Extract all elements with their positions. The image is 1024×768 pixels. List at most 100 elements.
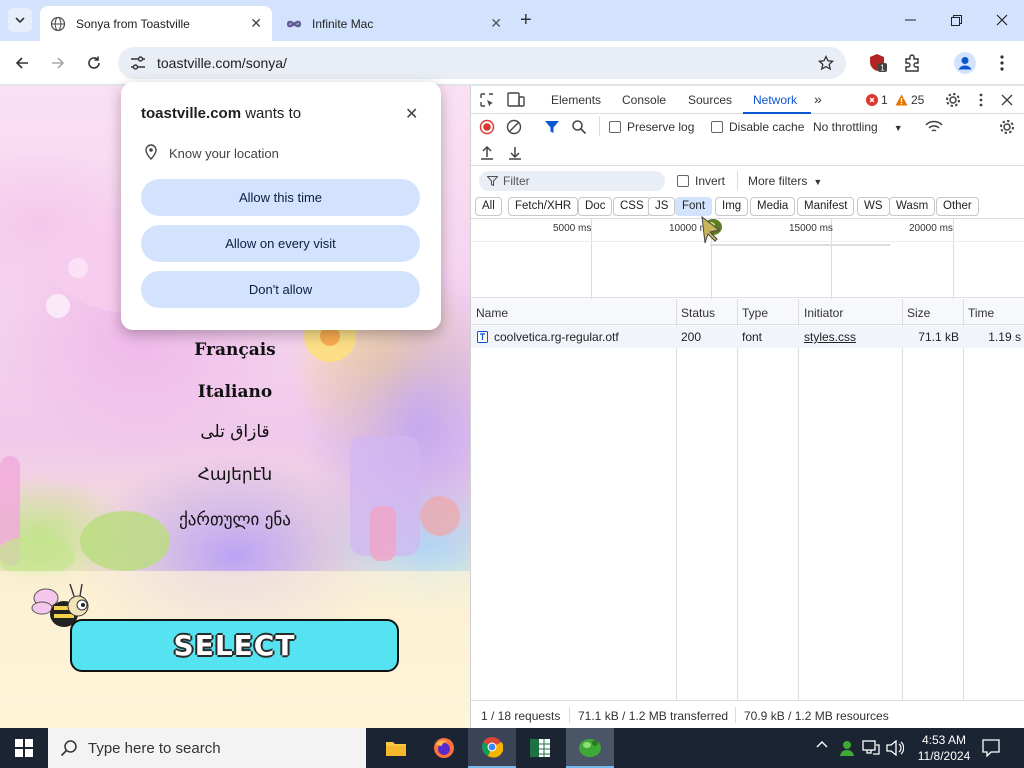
close-tab-icon[interactable]: ✕	[250, 15, 262, 32]
firefox-app[interactable]	[420, 728, 468, 768]
game-app[interactable]	[566, 728, 614, 768]
disable-cache-checkbox[interactable]: Disable cache	[711, 120, 804, 134]
network-settings-gear-icon[interactable]	[999, 119, 1015, 135]
show-hidden-icons[interactable]	[816, 740, 828, 748]
filter-chip-fetch-xhr[interactable]: Fetch/XHR	[508, 197, 579, 216]
filter-chip-css[interactable]: CSS	[613, 197, 651, 216]
column-name[interactable]: Name	[476, 306, 508, 320]
minimize-button[interactable]	[890, 8, 930, 32]
language-option-french[interactable]: Français	[0, 340, 470, 360]
close-devtools-icon[interactable]	[1001, 94, 1013, 106]
filter-chip-img[interactable]: Img	[715, 197, 749, 216]
network-conditions-icon[interactable]	[925, 120, 943, 134]
close-window-button[interactable]	[982, 8, 1022, 32]
dont-allow-button[interactable]: Don't allow	[141, 271, 420, 308]
column-type[interactable]: Type	[742, 306, 768, 320]
tab-sonya[interactable]: Sonya from Toastville ✕	[40, 6, 272, 41]
filter-chip-ws[interactable]: WS	[857, 197, 890, 216]
filter-chip-js[interactable]: JS	[648, 197, 676, 216]
browser-menu-button[interactable]	[990, 51, 1014, 75]
tab-console[interactable]: Console	[622, 93, 666, 107]
filter-chip-doc[interactable]: Doc	[578, 197, 613, 216]
language-option-kazakh[interactable]: قازاق تلی	[0, 422, 470, 442]
filter-chip-wasm[interactable]: Wasm	[889, 197, 936, 216]
allow-this-time-button[interactable]: Allow this time	[141, 179, 420, 216]
filter-input[interactable]: Filter	[479, 171, 665, 191]
volume-tray-icon[interactable]	[886, 740, 904, 756]
filter-chip-all[interactable]: All	[475, 197, 502, 216]
start-button[interactable]	[0, 728, 48, 768]
site-info-icon[interactable]	[130, 56, 146, 70]
new-tab-icon[interactable]: +	[520, 9, 532, 32]
more-tabs-icon[interactable]: »	[814, 91, 822, 107]
filter-chip-manifest[interactable]: Manifest	[797, 197, 855, 216]
restore-icon	[950, 14, 962, 26]
clock[interactable]: 4:53 AM 11/8/2024	[913, 732, 975, 764]
spreadsheet-app[interactable]	[516, 728, 564, 768]
warning-icon[interactable]	[895, 94, 908, 106]
language-option-italian[interactable]: Italiano	[0, 382, 470, 402]
dropdown-arrow-icon: ▼	[813, 177, 823, 187]
forward-button[interactable]	[46, 51, 70, 75]
table-row[interactable]: coolvetica.rg-regular.otf 200 font style…	[471, 326, 1024, 348]
request-time: 1.19 s	[988, 330, 1021, 344]
tab-title: Infinite Mac	[312, 16, 374, 31]
invert-checkbox[interactable]: Invert	[677, 174, 725, 188]
tray-app-icon[interactable]	[838, 739, 856, 757]
import-har-icon[interactable]	[480, 145, 494, 160]
notifications-button[interactable]	[982, 739, 1000, 757]
profile-button[interactable]	[953, 51, 977, 75]
request-initiator-link[interactable]: styles.css	[804, 330, 856, 344]
timeline-overview[interactable]: 5000 ms 10000 ms 15000 ms 20000 ms	[471, 215, 1024, 299]
column-time[interactable]: Time	[968, 306, 994, 320]
tab-network[interactable]: Network	[753, 93, 797, 107]
restore-button[interactable]	[936, 8, 976, 32]
close-dialog-icon[interactable]: ✕	[405, 104, 418, 124]
chrome-app[interactable]	[468, 728, 516, 768]
column-initiator[interactable]: Initiator	[804, 306, 843, 320]
devtools-menu-icon[interactable]	[979, 93, 983, 107]
filter-funnel-icon[interactable]	[544, 119, 560, 135]
back-arrow-icon	[15, 57, 28, 69]
filter-chip-other[interactable]: Other	[936, 197, 979, 216]
filter-chip-font[interactable]: Font	[675, 197, 713, 216]
search-icon[interactable]	[571, 119, 587, 135]
export-har-icon[interactable]	[508, 145, 522, 160]
checkbox-box[interactable]	[677, 175, 689, 187]
checkbox-box[interactable]	[609, 121, 621, 133]
warning-count[interactable]: 25	[911, 93, 924, 107]
tab-sources[interactable]: Sources	[688, 93, 732, 107]
allow-every-visit-button[interactable]: Allow on every visit	[141, 225, 420, 262]
extension-shield-button[interactable]: 1	[866, 51, 890, 75]
clear-icon[interactable]	[506, 119, 522, 135]
bookmark-star-icon[interactable]	[818, 55, 834, 71]
more-filters-dropdown[interactable]: More filters ▼	[748, 174, 822, 188]
throttling-select[interactable]: No throttling ▼	[813, 120, 903, 134]
extensions-button[interactable]	[900, 51, 924, 75]
back-button[interactable]	[10, 51, 34, 75]
file-explorer-app[interactable]	[372, 728, 420, 768]
tab-search-button[interactable]	[8, 8, 32, 32]
taskbar-search-box[interactable]: Type here to search	[48, 728, 366, 768]
inspect-element-icon[interactable]	[479, 92, 495, 108]
language-option-georgian[interactable]: ქართული ენა	[0, 510, 470, 530]
request-name[interactable]: coolvetica.rg-regular.otf	[494, 330, 619, 344]
preserve-log-checkbox[interactable]: Preserve log	[609, 120, 694, 134]
device-toolbar-icon[interactable]	[507, 92, 525, 108]
record-icon[interactable]	[479, 119, 495, 135]
tab-elements[interactable]: Elements	[551, 93, 601, 107]
address-bar[interactable]: toastville.com/sonya/	[118, 47, 846, 79]
error-count[interactable]: 1	[881, 93, 888, 107]
network-tray-icon[interactable]	[862, 740, 880, 756]
checkbox-box[interactable]	[711, 121, 723, 133]
filter-chip-media[interactable]: Media	[750, 197, 796, 216]
select-button[interactable]: SELECT	[70, 619, 399, 672]
reload-button[interactable]	[82, 51, 106, 75]
close-tab-icon[interactable]: ✕	[490, 15, 502, 32]
tab-infinite-mac[interactable]: Infinite Mac ✕	[276, 6, 512, 41]
language-option-armenian[interactable]: Հայերէն	[0, 465, 470, 485]
column-status[interactable]: Status	[681, 306, 715, 320]
settings-gear-icon[interactable]	[945, 92, 961, 108]
error-icon[interactable]	[866, 94, 878, 106]
column-size[interactable]: Size	[907, 306, 930, 320]
